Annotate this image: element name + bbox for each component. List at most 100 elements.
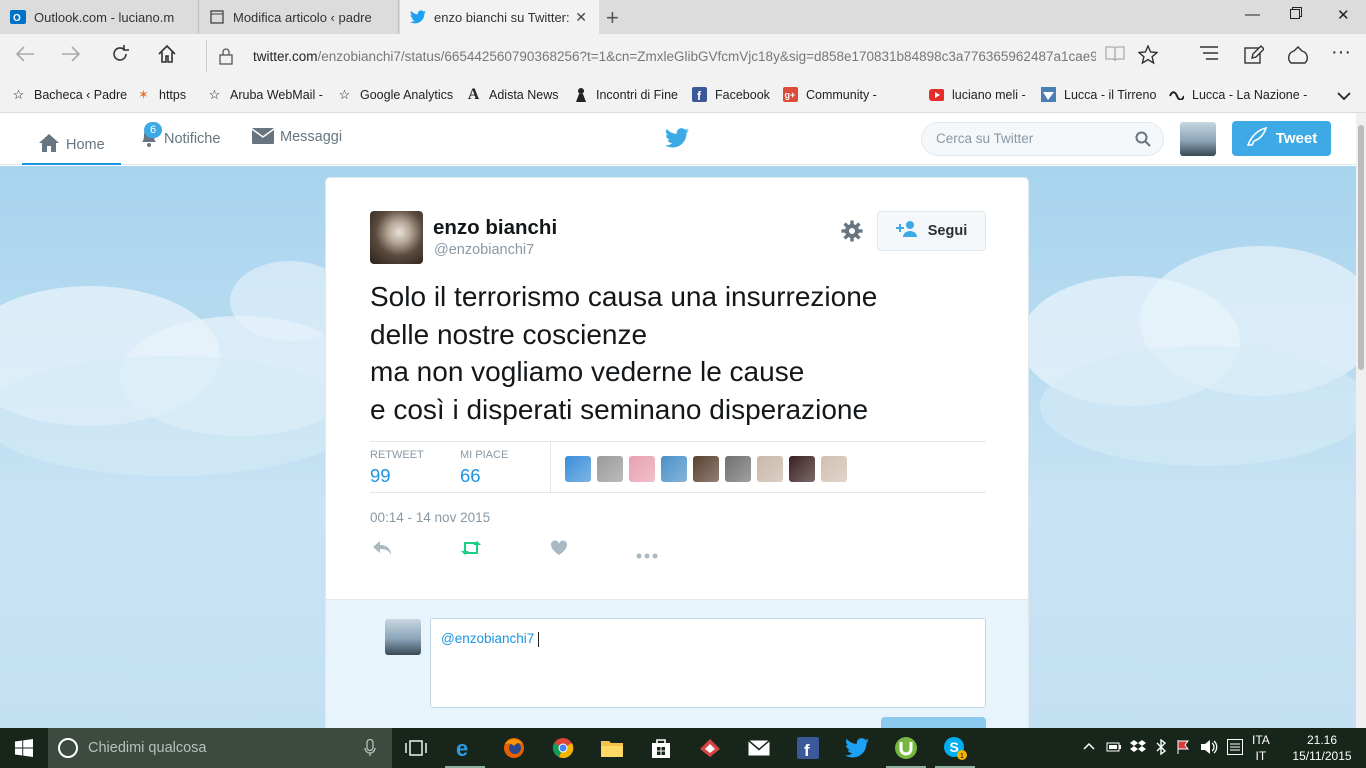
tweet-timestamp[interactable]: 00:14 - 14 nov 2015 bbox=[370, 510, 490, 525]
volume-icon[interactable] bbox=[1200, 739, 1218, 758]
author-avatar[interactable] bbox=[370, 211, 423, 264]
reply-input[interactable]: @enzobianchi7 bbox=[430, 618, 986, 708]
ccleaner-icon[interactable] bbox=[686, 728, 734, 768]
twitter-bird-logo-icon[interactable] bbox=[665, 128, 689, 153]
tirreno-icon bbox=[1041, 87, 1056, 102]
home-icon bbox=[38, 133, 60, 157]
notifications-count-badge: 6 bbox=[144, 122, 162, 138]
favorite-star-icon[interactable] bbox=[1137, 44, 1159, 71]
minimize-icon[interactable]: — bbox=[1245, 6, 1260, 23]
restore-icon[interactable] bbox=[1290, 6, 1302, 23]
search-placeholder: Cerca su Twitter bbox=[936, 131, 1034, 146]
refresh-icon[interactable] bbox=[110, 44, 130, 70]
favorite-community[interactable]: g+ Community - bbox=[783, 87, 877, 102]
web-note-icon[interactable] bbox=[1244, 45, 1265, 71]
twitter-app-icon[interactable] bbox=[833, 728, 881, 768]
favorite-facebook[interactable]: f Facebook bbox=[692, 87, 770, 102]
tab-outlook[interactable]: O Outlook.com - luciano.meli@ bbox=[0, 0, 199, 34]
facebook-app-icon[interactable]: f bbox=[784, 728, 832, 768]
bluetooth-icon[interactable] bbox=[1156, 738, 1167, 758]
favorite-label: Adista News bbox=[489, 87, 559, 102]
battery-icon[interactable] bbox=[1106, 739, 1122, 756]
dropbox-icon[interactable] bbox=[1130, 739, 1146, 756]
favorite-bacheca[interactable]: ☆ Bacheca ‹ Padre bbox=[11, 87, 127, 102]
favorite-label: Community - bbox=[806, 87, 877, 102]
input-language-indicator[interactable]: ITA IT bbox=[1252, 732, 1270, 764]
close-window-icon[interactable]: ✕ bbox=[1337, 6, 1350, 24]
favorite-google-analytics[interactable]: ☆ Google Analytics bbox=[337, 87, 453, 102]
reply-icon[interactable] bbox=[372, 540, 392, 561]
edge-browser-icon[interactable]: e bbox=[441, 728, 489, 768]
tweet-card: enzo bianchi @enzobianchi7 Segui Solo il… bbox=[325, 177, 1029, 737]
liker-avatar[interactable] bbox=[597, 456, 623, 482]
nav-messages[interactable]: Messaggi bbox=[251, 126, 342, 148]
liker-avatar[interactable] bbox=[629, 456, 655, 482]
notification-center-icon[interactable] bbox=[1227, 739, 1243, 758]
url-field[interactable]: twitter.com/enzobianchi7/status/66544256… bbox=[206, 40, 1096, 72]
liker-avatar[interactable] bbox=[725, 456, 751, 482]
mail-icon[interactable] bbox=[735, 728, 783, 768]
favorite-adista[interactable]: A Adista News bbox=[466, 86, 559, 103]
cortana-search-box[interactable]: Chiedimi qualcosa bbox=[48, 728, 392, 768]
microphone-icon[interactable] bbox=[364, 738, 376, 761]
home-icon[interactable] bbox=[157, 44, 177, 70]
firefox-icon[interactable] bbox=[490, 728, 538, 768]
tab-modifica-articolo[interactable]: Modifica articolo ‹ padre luci bbox=[199, 0, 399, 34]
utorrent-icon[interactable] bbox=[882, 728, 930, 768]
flag-icon[interactable] bbox=[1176, 739, 1190, 758]
share-icon[interactable] bbox=[1287, 45, 1309, 71]
follow-button[interactable]: Segui bbox=[877, 211, 986, 251]
forward-icon[interactable] bbox=[60, 44, 82, 70]
liker-avatar[interactable] bbox=[565, 456, 591, 482]
favorite-nazione[interactable]: Lucca - La Nazione - bbox=[1169, 87, 1307, 102]
twitter-icon bbox=[410, 9, 426, 25]
compose-tweet-button[interactable]: Tweet bbox=[1232, 121, 1331, 156]
svg-text:1: 1 bbox=[960, 753, 964, 760]
envelope-icon bbox=[251, 126, 275, 148]
retweet-stat[interactable]: RETWEET 99 bbox=[370, 449, 424, 487]
tab-label: enzo bianchi su Twitter: bbox=[434, 9, 569, 25]
favorite-incontri[interactable]: Incontri di Fine bbox=[573, 87, 678, 102]
liker-avatar[interactable] bbox=[661, 456, 687, 482]
more-options-icon[interactable]: ··· bbox=[1331, 41, 1351, 64]
likes-stat[interactable]: MI PIACE 66 bbox=[460, 449, 508, 487]
liker-avatar[interactable] bbox=[757, 456, 783, 482]
favorite-aruba[interactable]: ☆ Aruba WebMail - bbox=[207, 87, 323, 102]
like-heart-icon[interactable] bbox=[550, 540, 568, 561]
nav-home[interactable]: Home bbox=[22, 113, 121, 165]
author-name[interactable]: enzo bianchi bbox=[433, 216, 557, 240]
account-avatar[interactable] bbox=[1180, 122, 1216, 156]
gear-icon[interactable] bbox=[841, 220, 863, 247]
liker-avatar[interactable] bbox=[789, 456, 815, 482]
liker-avatar[interactable] bbox=[821, 456, 847, 482]
liker-avatar[interactable] bbox=[693, 456, 719, 482]
cortana-circle-icon bbox=[58, 738, 78, 758]
tab-label: Modifica articolo ‹ padre luci bbox=[233, 9, 373, 25]
hub-icon[interactable] bbox=[1199, 45, 1219, 67]
chrome-icon[interactable] bbox=[539, 728, 587, 768]
tab-twitter[interactable]: enzo bianchi su Twitter: ✕ bbox=[400, 0, 599, 34]
new-tab-icon[interactable]: + bbox=[606, 5, 619, 31]
system-clock[interactable]: 21.16 15/11/2015 bbox=[1288, 732, 1356, 764]
retweet-icon[interactable] bbox=[459, 540, 483, 561]
close-tab-icon[interactable]: ✕ bbox=[575, 9, 587, 26]
search-icon[interactable] bbox=[1135, 131, 1151, 150]
file-explorer-icon[interactable] bbox=[588, 728, 636, 768]
author-handle[interactable]: @enzobianchi7 bbox=[434, 242, 534, 258]
chevron-down-icon[interactable] bbox=[1337, 88, 1351, 106]
favorite-https[interactable]: ✶ https bbox=[136, 87, 186, 102]
more-actions-icon[interactable] bbox=[636, 546, 658, 564]
skype-icon[interactable]: S1 bbox=[931, 728, 979, 768]
favorite-tirreno[interactable]: Lucca - il Tirreno bbox=[1041, 87, 1156, 102]
task-view-icon[interactable] bbox=[392, 728, 440, 768]
nav-notifications[interactable]: 6 Notifiche bbox=[138, 122, 220, 152]
youtube-icon bbox=[929, 87, 944, 102]
scrollbar-thumb[interactable] bbox=[1358, 125, 1364, 370]
store-icon[interactable] bbox=[637, 728, 685, 768]
windows-start-icon[interactable] bbox=[0, 728, 48, 768]
tray-overflow-chevron-icon[interactable] bbox=[1083, 739, 1095, 754]
favorite-luciano-youtube[interactable]: luciano meli - bbox=[929, 87, 1026, 102]
back-icon[interactable] bbox=[14, 44, 36, 70]
twitter-search-input[interactable]: Cerca su Twitter bbox=[921, 122, 1164, 156]
reading-view-icon[interactable] bbox=[1105, 45, 1125, 69]
